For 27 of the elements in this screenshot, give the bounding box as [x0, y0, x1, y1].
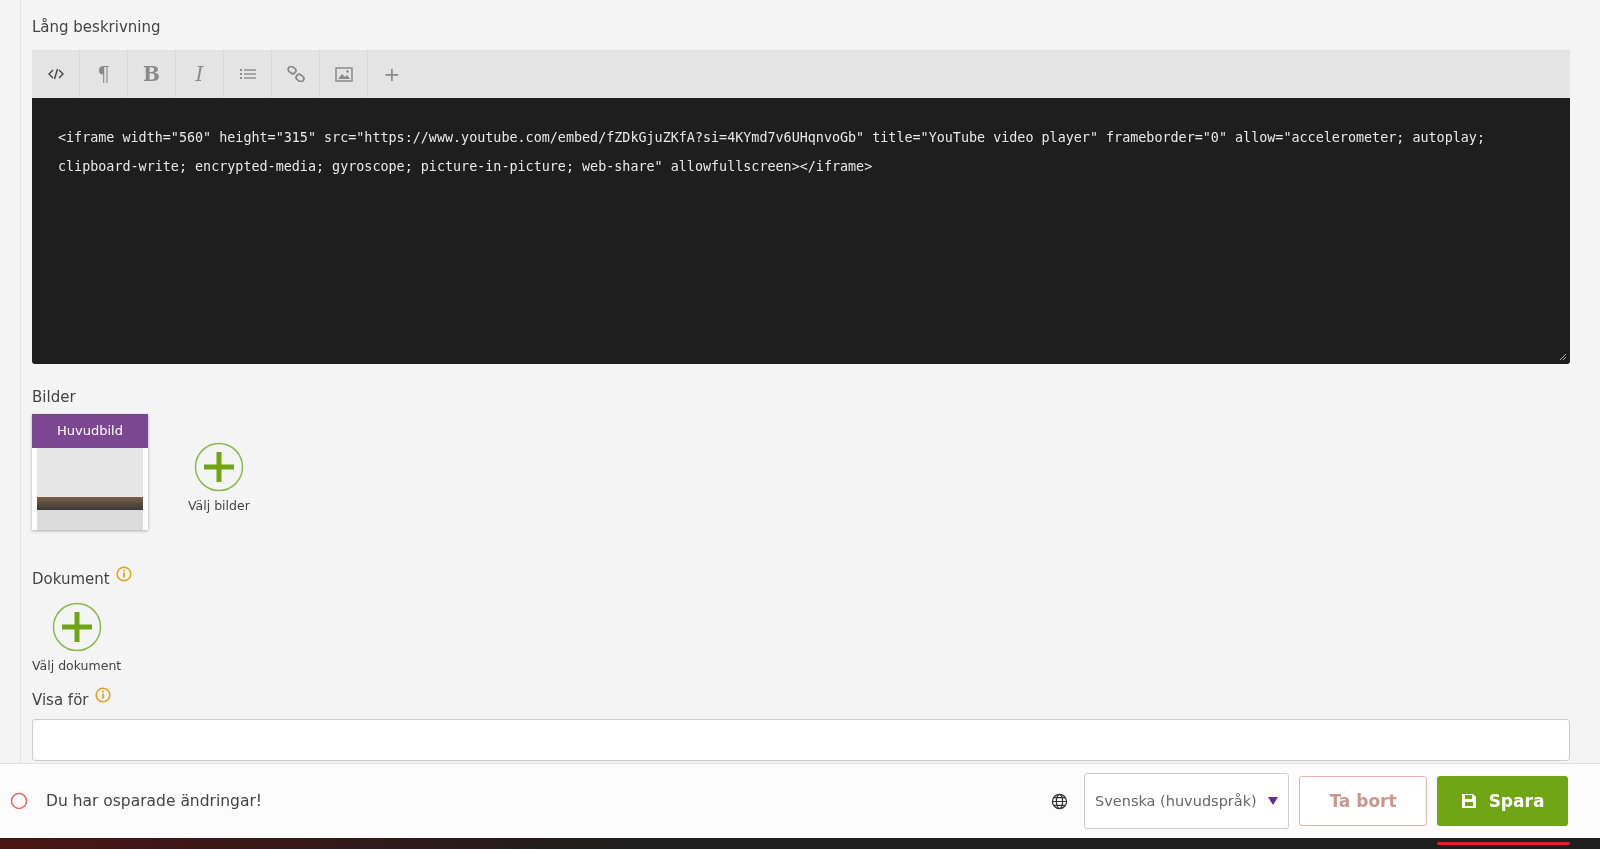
language-select[interactable]: Svenska (huvudspråk)	[1084, 773, 1289, 829]
caret-icon	[1268, 797, 1278, 805]
delete-button[interactable]: Ta bort	[1299, 776, 1427, 826]
image-icon	[334, 66, 353, 82]
info-icon[interactable]	[94, 687, 111, 703]
list-icon	[239, 68, 256, 80]
image-thumbnail[interactable]: Huvudbild	[32, 414, 148, 530]
input-field[interactable]	[32, 719, 1570, 761]
plus-circle-icon	[51, 602, 102, 652]
circle-icon	[10, 792, 28, 810]
toolbar-format-button[interactable]: +	[368, 50, 416, 98]
link-icon	[286, 66, 305, 82]
code-icon	[47, 68, 64, 80]
save-button[interactable]: Spara	[1437, 776, 1568, 826]
add-images-button[interactable]: Välj bilder	[188, 442, 250, 513]
plus-circle-icon	[193, 442, 244, 492]
code-text: <iframe width="560" height="315" src="https://www.youtube.com/embed/fZDkGjuZKfA?si=4KYmd7v6UHqnvoGb" title="YouTube video player" frameborder="0" allow="accelerometer; autoplay; clipboard-write; encrypted-media; gyroscope; picture-in-picture; web-share" allowfullscreen></iframe>	[58, 129, 1486, 176]
resize-handle-icon[interactable]	[1559, 353, 1567, 361]
unsaved-message: Du har osparade ändringar!	[46, 792, 262, 810]
field-label: Dokument	[32, 570, 110, 588]
field-label: Lång beskrivning	[32, 18, 162, 36]
field-label: Visa för	[32, 691, 89, 709]
main-image-badge: Huvudbild	[32, 414, 148, 448]
add-document-button[interactable]: Välj dokument	[32, 602, 122, 673]
field-label: Bilder	[32, 388, 77, 406]
info-icon[interactable]	[115, 566, 132, 582]
globe-icon	[1051, 792, 1068, 810]
